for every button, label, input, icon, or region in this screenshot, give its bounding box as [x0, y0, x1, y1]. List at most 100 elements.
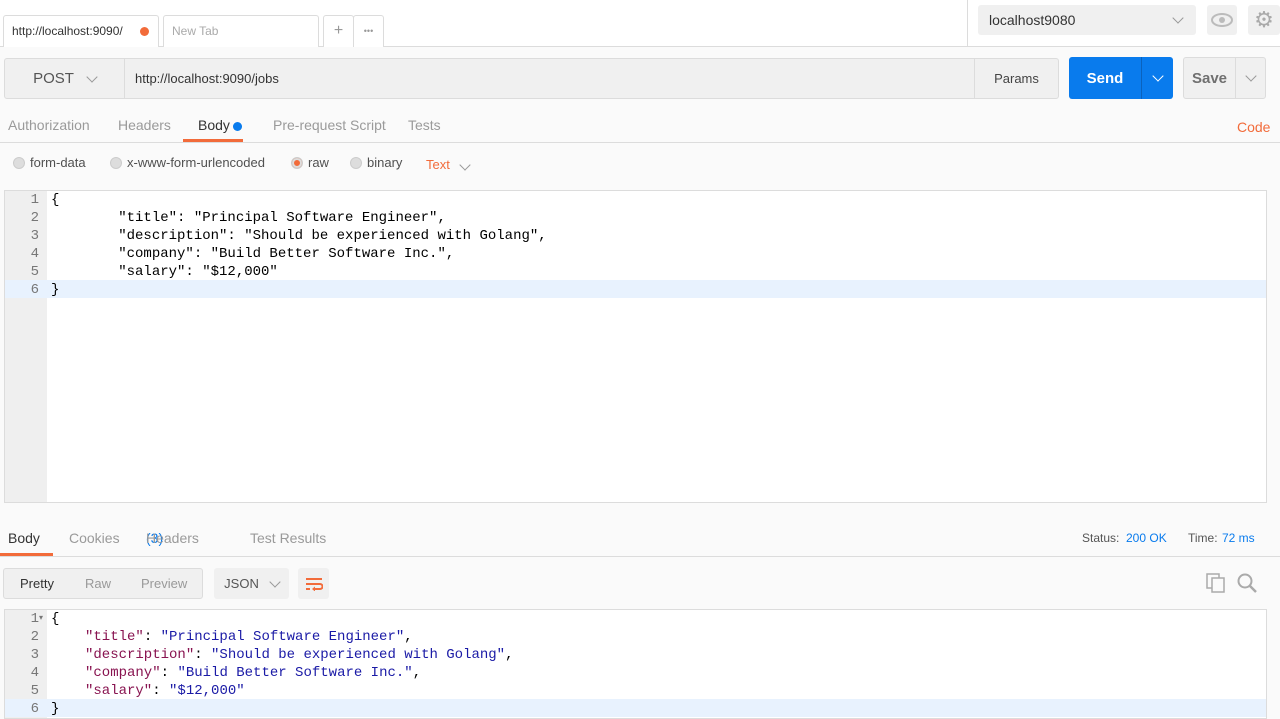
code-line: "title": "Principal Software Engineer", — [51, 210, 446, 226]
tab-pre-request-script[interactable]: Pre-request Script — [273, 117, 386, 133]
tab-label: http://localhost:9090/ — [12, 24, 123, 38]
radio-label: binary — [367, 155, 403, 170]
code-line: "salary": "$12,000" — [51, 264, 278, 280]
body-type-select[interactable]: Text — [426, 157, 472, 172]
tab-response-body[interactable]: Body — [8, 530, 40, 546]
code-line: "salary": "$12,000" — [85, 683, 245, 699]
divider — [967, 0, 968, 46]
json-value: "Build Better Software Inc." — [177, 665, 413, 681]
code-line: "company": "Build Better Software Inc.", — [85, 665, 422, 681]
tab-response-headers[interactable]: Headers (3) — [146, 530, 199, 546]
view-pretty-button[interactable]: Pretty — [20, 576, 54, 591]
gear-icon: ⚙ — [1254, 7, 1274, 32]
chevron-down-icon — [1172, 12, 1184, 24]
eye-icon — [1211, 13, 1233, 27]
comma: , — [404, 629, 413, 645]
tab-label: Headers — [146, 530, 199, 546]
status-label: Status: — [1082, 531, 1120, 545]
fold-arrow-icon[interactable]: ▾ — [39, 610, 43, 628]
new-tab-button[interactable]: + — [323, 15, 354, 47]
url-input[interactable]: http://localhost:9090/jobs — [125, 71, 279, 86]
send-button[interactable]: Send — [1069, 57, 1141, 99]
tab-request[interactable]: http://localhost:9090/ — [3, 15, 159, 47]
chevron-down-icon — [459, 159, 472, 171]
view-raw-button[interactable]: Raw — [85, 576, 111, 591]
send-options-button[interactable] — [1141, 57, 1173, 99]
code-line: "description": "Should be experienced wi… — [51, 228, 547, 244]
json-key: "description" — [85, 647, 195, 663]
radio-icon — [350, 157, 362, 169]
radio-icon — [110, 157, 122, 169]
radio-binary[interactable]: binary — [350, 155, 402, 170]
params-button[interactable]: Params — [974, 58, 1059, 99]
copy-button[interactable] — [1206, 573, 1226, 596]
settings-button[interactable]: ⚙ — [1248, 5, 1280, 35]
tab-authorization[interactable]: Authorization — [8, 117, 90, 133]
code-line: } — [51, 701, 60, 717]
radio-icon — [13, 157, 25, 169]
line-number: 2 — [30, 629, 39, 645]
radio-form-data[interactable]: form-data — [13, 155, 86, 170]
line-number: 6 — [30, 282, 39, 298]
tab-body[interactable]: Body — [198, 117, 230, 133]
active-tab-indicator — [183, 139, 243, 142]
copy-icon — [1206, 573, 1225, 593]
radio-raw[interactable]: raw — [291, 155, 329, 170]
search-button[interactable] — [1237, 573, 1257, 596]
tab-new[interactable]: New Tab — [163, 15, 319, 47]
method-select[interactable]: POST — [5, 59, 125, 98]
format-select[interactable]: JSON — [214, 568, 289, 599]
active-tab-indicator — [0, 553, 53, 556]
radio-urlencoded[interactable]: x-www-form-urlencoded — [110, 155, 265, 170]
comma: , — [505, 647, 514, 663]
tab-test-results[interactable]: Test Results — [250, 530, 326, 546]
chevron-down-icon — [1151, 70, 1164, 82]
response-tabs: Body Cookies Headers (3) Test Results St… — [0, 530, 1280, 557]
modified-dot-icon — [233, 122, 242, 131]
tab-headers[interactable]: Headers — [118, 117, 171, 133]
line-number: 1 — [30, 192, 39, 208]
send-button-group: Send — [1069, 57, 1173, 99]
tab-cookies[interactable]: Cookies — [69, 530, 120, 546]
line-number: 1 — [30, 611, 39, 627]
json-key: "title" — [85, 629, 144, 645]
line-number: 4 — [30, 665, 39, 681]
code-line: "title": "Principal Software Engineer", — [85, 629, 413, 645]
save-options-button[interactable] — [1235, 58, 1265, 98]
comma: , — [412, 665, 422, 681]
environment-label: localhost9080 — [989, 12, 1076, 28]
json-value: "Principal Software Engineer" — [160, 629, 405, 645]
radio-label: x-www-form-urlencoded — [127, 155, 265, 170]
json-value: "Should be experienced with Golang" — [211, 647, 506, 663]
line-number: 6 — [30, 701, 39, 717]
code-line: } — [51, 282, 60, 298]
environment-select[interactable]: localhost9080 — [978, 5, 1196, 35]
save-button[interactable]: Save — [1184, 70, 1235, 87]
request-body-editor[interactable]: 1 { 2 "title": "Principal Software Engine… — [4, 190, 1267, 503]
tab-label: New Tab — [172, 24, 219, 38]
tab-tests[interactable]: Tests — [408, 117, 441, 133]
view-mode-group: Pretty Raw Preview — [3, 568, 203, 599]
code-link[interactable]: Code — [1237, 119, 1270, 135]
line-number: 5 — [30, 264, 39, 280]
unsaved-dot-icon — [140, 27, 149, 36]
json-value: "$12,000" — [169, 683, 245, 699]
time-label: Time: — [1188, 531, 1218, 545]
more-tabs-button[interactable]: ••• — [353, 15, 384, 47]
json-key: "company" — [85, 665, 161, 681]
wrap-lines-button[interactable] — [298, 568, 329, 599]
save-button-group: Save — [1183, 57, 1266, 99]
code-line: "description": "Should be experienced wi… — [85, 647, 514, 663]
request-tabs: Authorization Headers Body Pre-request S… — [0, 117, 1280, 143]
view-preview-button[interactable]: Preview — [141, 576, 187, 591]
line-number: 5 — [30, 683, 39, 699]
line-number: 2 — [30, 210, 39, 226]
format-label: JSON — [224, 576, 259, 591]
response-body-viewer[interactable]: 1 ▾ { 2 "title": "Principal Software Engine… — [4, 609, 1267, 719]
line-number: 4 — [30, 246, 39, 262]
radio-label: raw — [308, 155, 329, 170]
status-value: 200 OK — [1126, 531, 1167, 545]
wrap-icon — [305, 577, 323, 591]
environment-quick-look-button[interactable] — [1207, 5, 1237, 35]
tab-bar: http://localhost:9090/ New Tab + ••• loc… — [0, 0, 1280, 47]
